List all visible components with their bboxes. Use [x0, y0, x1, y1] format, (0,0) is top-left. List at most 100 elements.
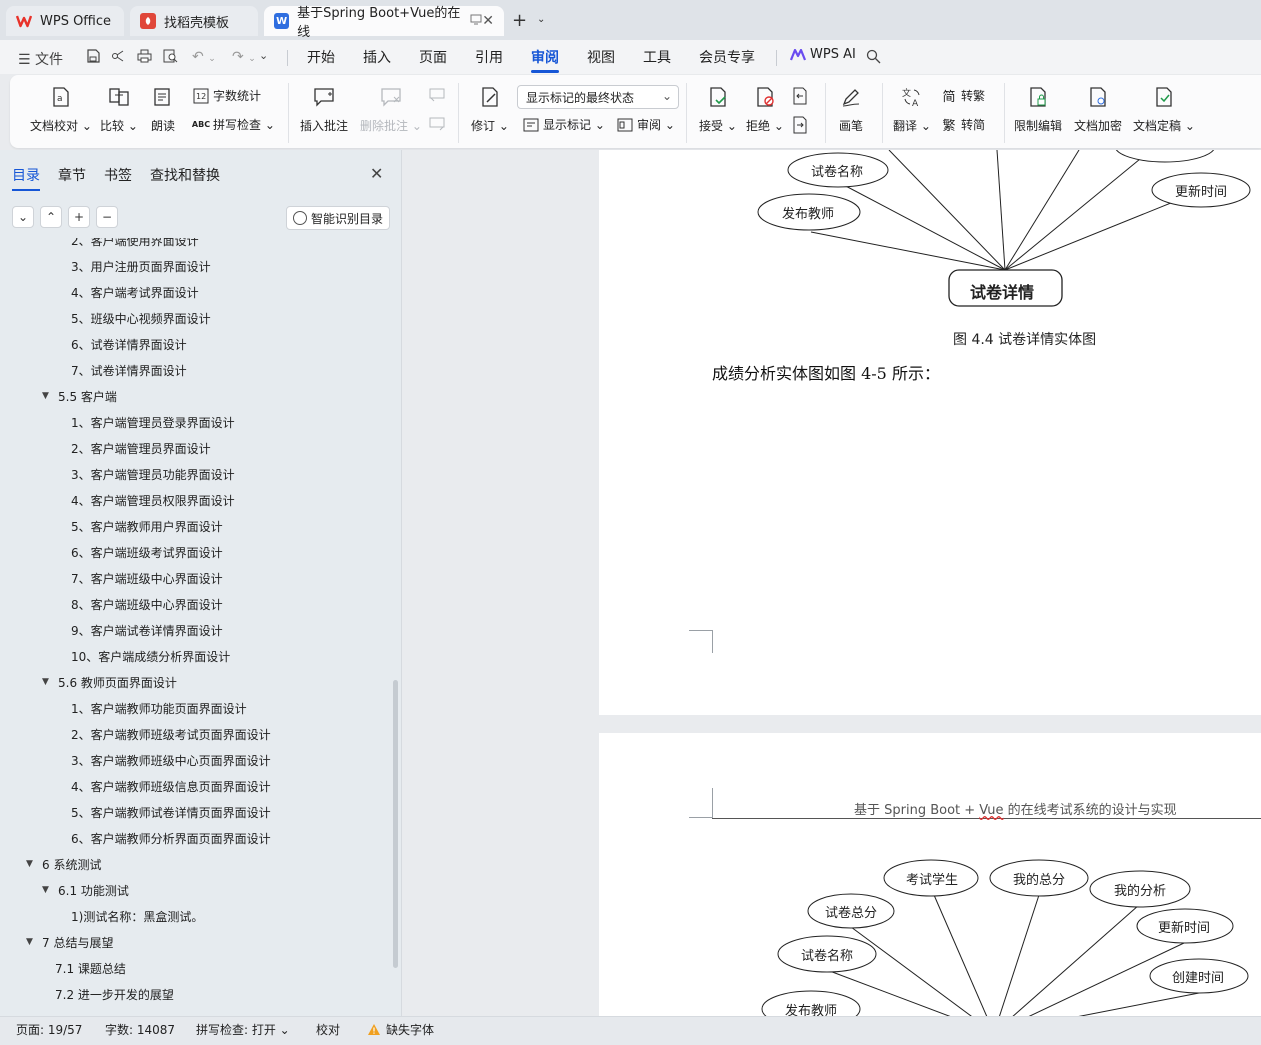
wps-ai-button[interactable]: WPS AI [790, 47, 856, 62]
caret-down-icon[interactable]: ▼ [42, 677, 50, 687]
markup-state-select[interactable]: 显示标记的最终状态 ⌄ [517, 85, 679, 109]
spell-check-button[interactable]: ABC 拼写检查 ⌄ [192, 116, 275, 133]
redo-icon[interactable]: ↷ ⌄ [232, 49, 256, 65]
show-markup-button[interactable]: 显示标记 ⌄ [523, 116, 605, 133]
tab-find-replace[interactable]: 查找和替换 [150, 165, 220, 185]
toc-item[interactable]: 4、客户端管理员权限界面设计 [71, 490, 235, 510]
tab-document[interactable]: W 基于Spring Boot+Vue的在线 ✕ [264, 6, 504, 40]
toc-item[interactable]: 3、客户端管理员功能界面设计 [71, 464, 235, 484]
toc-item[interactable]: 6、试卷详情界面设计 [71, 334, 187, 354]
close-tab-icon[interactable]: ✕ [482, 13, 494, 29]
read-aloud-button[interactable]: 朗读 [151, 85, 175, 134]
toc-item[interactable]: 2、客户端使用界面设计 [71, 238, 199, 250]
toc-item[interactable]: 2、客户端教师班级考试页面界面设计 [71, 724, 271, 744]
toc-item[interactable]: 7、试卷详情界面设计 [71, 360, 187, 380]
toc-item[interactable]: 7、客户端班级中心界面设计 [71, 568, 223, 588]
toc-item[interactable]: 5、班级中心视频界面设计 [71, 308, 211, 328]
toc-item[interactable]: 3、用户注册页面界面设计 [71, 256, 211, 276]
paragraph[interactable]: 成绩分析实体图如图 4-5 所示： [712, 360, 940, 384]
tab-docer-templates[interactable]: 找稻壳模板 [130, 6, 258, 36]
toc-item[interactable]: 8、客户端班级中心界面设计 [71, 594, 223, 614]
toc-item[interactable]: 10、客户端成绩分析界面设计 [71, 646, 230, 666]
toc-item[interactable]: 5、客户端教师试卷详情页面界面设计 [71, 802, 271, 822]
chevron-down-icon[interactable]: ⌄ [537, 14, 545, 25]
encrypt-button[interactable]: 文档加密 [1074, 85, 1122, 134]
previous-comment-icon[interactable] [428, 87, 446, 103]
menu-references[interactable]: 引用 [475, 47, 503, 67]
close-icon[interactable]: ✕ [370, 164, 383, 183]
delete-comment-button[interactable]: 删除批注 ⌄ [360, 85, 422, 134]
proofread-status[interactable]: 校对 [316, 1021, 340, 1038]
proofread-button[interactable]: a 文档校对 ⌄ [30, 85, 92, 134]
caret-down-icon[interactable]: ▼ [42, 885, 50, 895]
share-icon[interactable] [111, 49, 125, 67]
restrict-edit-button[interactable]: 限制编辑 [1014, 85, 1062, 134]
next-change-icon[interactable] [791, 116, 809, 134]
pen-button[interactable]: 画笔 [839, 85, 863, 134]
toc-item[interactable]: 6、客户端班级考试界面设计 [71, 542, 223, 562]
spell-check-status[interactable]: 拼写检查: 打开 ⌄ [196, 1021, 290, 1038]
toc-item[interactable]: ▼ 5.5 客户端 [42, 386, 117, 406]
caret-down-icon[interactable]: ▼ [42, 391, 50, 401]
reject-button[interactable]: 拒绝 ⌄ [746, 85, 784, 134]
next-comment-icon[interactable] [428, 116, 446, 132]
menu-view[interactable]: 视图 [587, 47, 615, 67]
smart-toc-button[interactable]: 智能识别目录 [286, 206, 390, 230]
caret-down-icon[interactable]: ▼ [26, 859, 34, 869]
menu-review[interactable]: 审阅 [531, 47, 559, 73]
accept-button[interactable]: 接受 ⌄ [699, 85, 737, 134]
translate-button[interactable]: 文A 翻译 ⌄ [893, 85, 931, 134]
print-icon[interactable] [137, 49, 152, 67]
menu-member[interactable]: 会员专享 [699, 47, 755, 67]
toc-item[interactable]: 1、客户端教师功能页面界面设计 [71, 698, 247, 718]
track-changes-button[interactable]: 修订 ⌄ [471, 85, 509, 134]
toc-item[interactable]: 7.1 课题总结 [55, 958, 126, 978]
toc-item[interactable]: 5、客户端教师用户界面设计 [71, 516, 223, 536]
add-heading-button[interactable]: + [68, 206, 90, 228]
toc-item[interactable]: ▼ 5.6 教师页面界面设计 [42, 672, 177, 692]
new-tab-icon[interactable]: + [512, 10, 527, 31]
compare-button[interactable]: 比较 ⌄ [100, 85, 138, 134]
tab-sections[interactable]: 章节 [58, 165, 86, 185]
expand-down-button[interactable]: ⌄ [12, 206, 34, 228]
menu-tools[interactable]: 工具 [643, 47, 671, 67]
toc-item[interactable]: 3、客户端教师班级中心页面界面设计 [71, 750, 271, 770]
menu-insert[interactable]: 插入 [363, 47, 391, 67]
menu-page[interactable]: 页面 [419, 47, 447, 67]
toc-item[interactable]: 6、客户端教师分析界面页面界面设计 [71, 828, 271, 848]
file-menu[interactable]: ☰ 文件 [18, 49, 63, 69]
toc-item[interactable]: 4、客户端教师班级信息页面界面设计 [71, 776, 271, 796]
save-icon[interactable] [86, 49, 100, 67]
toc-item[interactable]: 1、客户端管理员登录界面设计 [71, 412, 235, 432]
tab-bookmarks[interactable]: 书签 [104, 165, 132, 185]
toc-item[interactable]: 1)测试名称：黑盒测试。 [71, 906, 203, 926]
tab-wps-office[interactable]: WPS Office [6, 6, 124, 36]
review-pane-button[interactable]: 审阅 ⌄ [617, 116, 675, 133]
tab-toc[interactable]: 目录 [12, 165, 40, 191]
to-simplified-button[interactable]: 繁 转简 [941, 116, 985, 134]
toc-item[interactable]: 7.2 进一步开发的展望 [55, 984, 174, 1004]
previous-change-icon[interactable] [791, 87, 809, 105]
undo-icon[interactable]: ↶ ⌄ [192, 49, 216, 65]
page-indicator[interactable]: 页面: 19/57 [16, 1021, 82, 1038]
print-preview-icon[interactable] [163, 49, 178, 67]
finalize-button[interactable]: 文档定稿 ⌄ [1133, 85, 1195, 134]
sidebar-scrollbar[interactable] [393, 680, 398, 968]
toc-item[interactable]: ▼ 6 系统测试 [26, 854, 101, 874]
word-count-button[interactable]: 12 字数统计 [193, 87, 261, 104]
missing-font-status[interactable]: 缺失字体 [368, 1021, 434, 1038]
search-icon[interactable] [866, 49, 881, 68]
collapse-up-button[interactable]: ⌃ [40, 206, 62, 228]
toc-item[interactable]: ▼ 6.1 功能测试 [42, 880, 129, 900]
toc-item[interactable]: 9、客户端试卷详情界面设计 [71, 620, 223, 640]
word-count[interactable]: 字数: 14087 [105, 1021, 175, 1038]
insert-comment-button[interactable]: 插入批注 [300, 85, 348, 134]
toc-item[interactable]: 2、客户端管理员界面设计 [71, 438, 211, 458]
menu-home[interactable]: 开始 [307, 47, 335, 67]
caret-down-icon[interactable]: ▼ [26, 937, 34, 947]
remove-heading-button[interactable]: − [96, 206, 118, 228]
more-chevron-icon[interactable]: ⌄ [259, 49, 268, 62]
to-traditional-button[interactable]: 简 转繁 [941, 87, 985, 105]
toc-item[interactable]: 4、客户端考试界面设计 [71, 282, 199, 302]
toc-item[interactable]: ▼ 7 总结与展望 [26, 932, 113, 952]
